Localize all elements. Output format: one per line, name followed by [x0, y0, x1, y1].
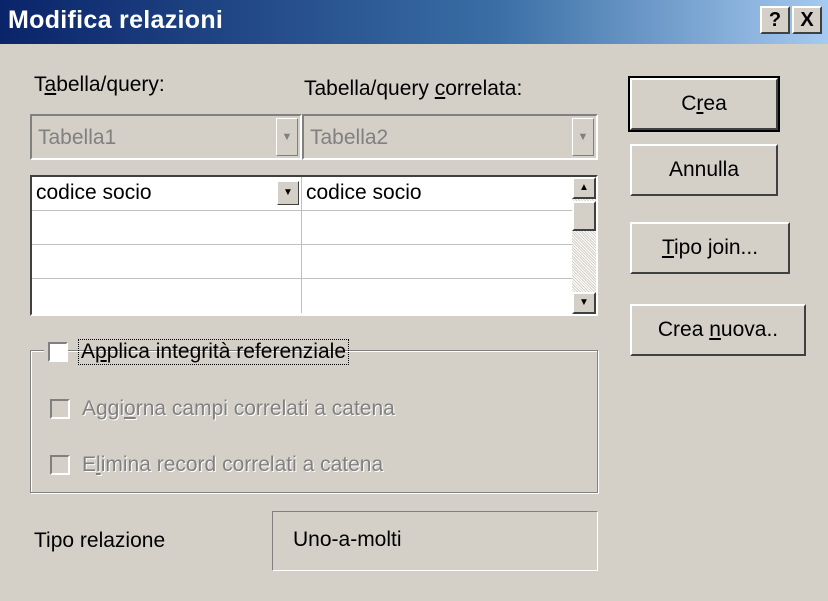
- table-combo[interactable]: Tabella1 ▼: [30, 114, 302, 160]
- label-part: bella/query:: [56, 73, 165, 96]
- vertical-scrollbar[interactable]: ▲ ▼: [572, 177, 596, 314]
- accelerator-key: c: [434, 77, 446, 100]
- cascade-delete-label: Elimina record correlati a catena: [82, 453, 383, 477]
- grid-cell-left[interactable]: [32, 211, 302, 245]
- label-part: imina record correlati a catena: [100, 453, 384, 476]
- chevron-down-icon[interactable]: ▼: [276, 118, 298, 156]
- cascade-delete-checkbox[interactable]: [50, 455, 70, 475]
- join-type-button[interactable]: Tipo join...: [630, 222, 790, 274]
- cascade-update-checkbox[interactable]: [50, 399, 70, 419]
- accelerator-key: p: [95, 340, 107, 363]
- integrity-option[interactable]: Applica integrità referenziale: [44, 338, 349, 368]
- relation-type-value: Uno-a-molti: [272, 511, 598, 571]
- integrity-label[interactable]: Applica integrità referenziale: [78, 339, 349, 365]
- title-bar: Modifica relazioni ? X: [0, 0, 828, 44]
- label-part: A: [81, 340, 96, 363]
- integrity-checkbox[interactable]: [48, 342, 68, 362]
- table-query-label: Tabella/query:: [34, 73, 165, 97]
- related-table-combo-value: Tabella2: [310, 126, 389, 149]
- grid-cell-right[interactable]: [302, 279, 574, 313]
- related-table-query-label: Tabella/query correlata:: [304, 77, 522, 101]
- scroll-down-icon[interactable]: ▼: [572, 292, 596, 314]
- chevron-down-icon[interactable]: ▼: [277, 181, 299, 205]
- grid-cell-left[interactable]: codice socio ▼: [32, 177, 302, 211]
- create-new-button[interactable]: Crea nuova..: [630, 304, 806, 356]
- label-part: ea: [703, 92, 727, 115]
- grid-cell-text: codice socio: [36, 181, 152, 204]
- related-table-combo[interactable]: Tabella2 ▼: [302, 114, 598, 160]
- accelerator-key: n: [709, 318, 721, 341]
- scroll-up-icon[interactable]: ▲: [572, 177, 596, 199]
- accelerator-key: T: [661, 236, 674, 259]
- accelerator-key: a: [44, 73, 57, 96]
- scrollbar-thumb[interactable]: [572, 201, 596, 231]
- label-part: ipo join...: [674, 236, 759, 259]
- grid-cell-right[interactable]: [302, 245, 574, 279]
- label-part: Aggi: [82, 397, 125, 420]
- table-combo-value: Tabella1: [38, 126, 117, 149]
- label-part: rna campi correlati a catena: [135, 397, 395, 420]
- create-button[interactable]: Crea: [628, 76, 780, 132]
- label-part: uova..: [720, 318, 779, 341]
- grid-cell-right[interactable]: codice socio: [302, 177, 574, 211]
- label-part: plica integrità referenziale: [106, 340, 346, 363]
- field-grid[interactable]: codice socio ▼ codice socio ▲ ▼: [30, 175, 598, 316]
- help-button[interactable]: ?: [760, 6, 790, 34]
- label-part: orrelata:: [445, 77, 523, 100]
- cancel-button[interactable]: Annulla: [630, 144, 778, 196]
- cascade-update-label: Aggiorna campi correlati a catena: [82, 397, 395, 421]
- dialog-title: Modifica relazioni: [8, 6, 224, 34]
- grid-cell-left[interactable]: [32, 245, 302, 279]
- label-part: Tabella/query: [304, 77, 435, 100]
- grid-cell-right[interactable]: [302, 211, 574, 245]
- relation-type-label: Tipo relazione: [34, 529, 166, 552]
- close-button[interactable]: X: [792, 6, 822, 34]
- chevron-down-icon[interactable]: ▼: [572, 118, 594, 156]
- grid-cell-left[interactable]: [32, 279, 302, 313]
- label-part: T: [34, 73, 45, 96]
- accelerator-key: o: [124, 397, 136, 420]
- grid-cell-text: codice socio: [306, 181, 422, 204]
- label-part: C: [681, 92, 697, 115]
- label-part: Crea: [657, 318, 710, 341]
- label-part: E: [82, 453, 97, 476]
